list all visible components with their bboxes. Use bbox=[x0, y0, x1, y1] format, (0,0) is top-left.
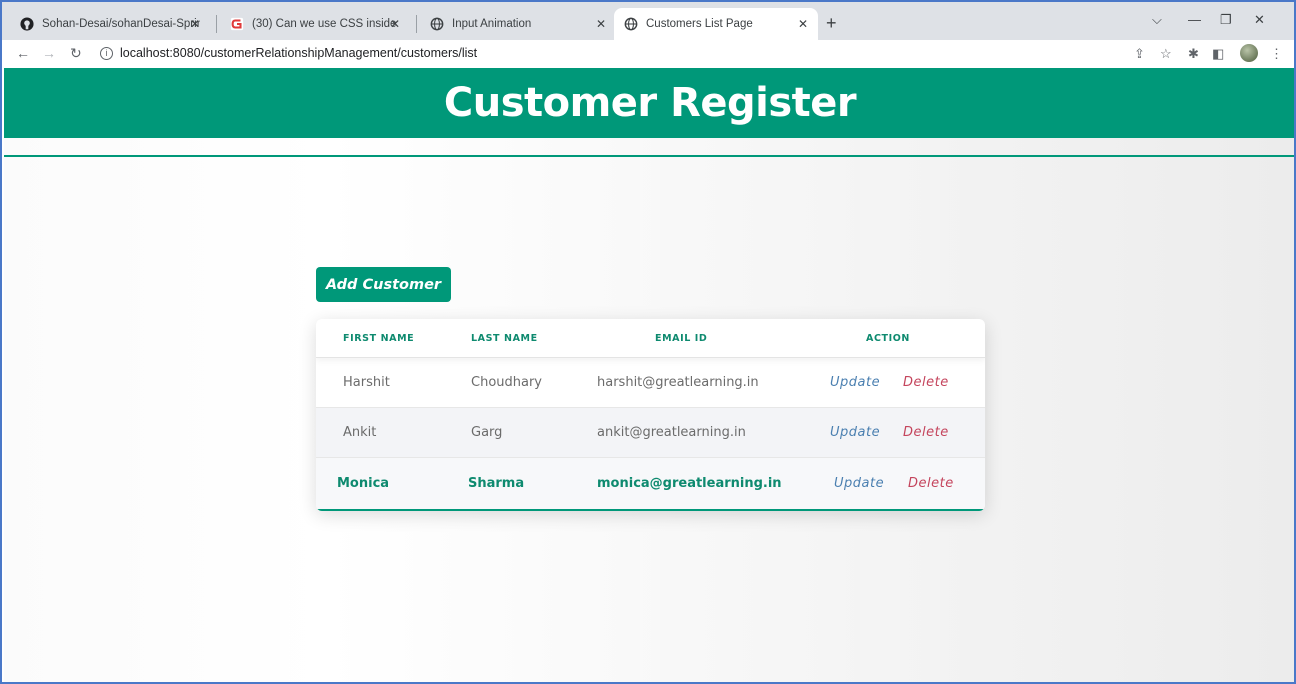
last-name-cell: Sharma bbox=[468, 476, 525, 491]
col-first-name: FIRST NAME bbox=[343, 332, 415, 344]
customer-table: FIRST NAME LAST NAME EMAIL ID ACTION Har… bbox=[316, 319, 985, 511]
page-title: Customer Register bbox=[443, 80, 857, 126]
update-link[interactable]: Update bbox=[834, 476, 884, 491]
bookmark-star-icon[interactable]: ☆ bbox=[1160, 46, 1172, 62]
delete-link[interactable]: Delete bbox=[903, 425, 949, 440]
globe-icon bbox=[430, 17, 444, 31]
address-text: localhost:8080/customerRelationshipManag… bbox=[120, 46, 478, 60]
github-icon bbox=[20, 17, 34, 31]
tab-github[interactable]: Sohan-Desai/sohanDesai-Spring ✕ bbox=[10, 8, 210, 40]
header-banner: Customer Register bbox=[4, 68, 1294, 138]
menu-icon[interactable]: ⋮ bbox=[1270, 46, 1283, 62]
restore-icon[interactable]: ❐ bbox=[1220, 12, 1232, 28]
close-icon[interactable]: ✕ bbox=[190, 17, 200, 31]
new-tab-icon[interactable]: + bbox=[826, 13, 837, 34]
col-last-name: LAST NAME bbox=[471, 332, 538, 344]
update-link[interactable]: Update bbox=[830, 375, 880, 390]
info-icon[interactable]: i bbox=[100, 46, 113, 60]
add-customer-button[interactable]: Add Customer bbox=[316, 267, 451, 302]
tab-css-jsp[interactable]: (30) Can we use CSS inside a JSP ✕ bbox=[220, 8, 410, 40]
email-cell: ankit@greatlearning.in bbox=[597, 425, 746, 440]
first-name-cell: Monica bbox=[337, 476, 390, 491]
minimize-icon[interactable]: — bbox=[1188, 12, 1201, 27]
header-divider bbox=[4, 155, 1294, 157]
tab-title: (30) Can we use CSS inside a JSP bbox=[252, 18, 400, 30]
close-window-icon[interactable]: ✕ bbox=[1254, 12, 1265, 28]
globe-icon bbox=[624, 17, 638, 31]
share-icon[interactable]: ⇪ bbox=[1134, 46, 1145, 62]
forward-icon[interactable]: → bbox=[42, 45, 56, 61]
page-content: Customer Register Add Customer FIRST NAM… bbox=[4, 68, 1294, 682]
tab-title: Sohan-Desai/sohanDesai-Spring bbox=[42, 18, 200, 30]
reload-icon[interactable]: ↻ bbox=[70, 45, 82, 62]
col-action: ACTION bbox=[866, 332, 910, 344]
close-icon[interactable]: ✕ bbox=[596, 17, 606, 31]
update-link[interactable]: Update bbox=[830, 425, 880, 440]
table-row: Monica Sharma monica@greatlearning.in Up… bbox=[316, 458, 985, 511]
table-row: Ankit Garg ankit@greatlearning.in Update… bbox=[316, 408, 985, 458]
address-bar[interactable]: i localhost:8080/customerRelationshipMan… bbox=[100, 42, 1110, 64]
table-row: Harshit Choudhary harshit@greatlearning.… bbox=[316, 358, 985, 408]
browser-window: Sohan-Desai/sohanDesai-Spring ✕ (30) Can… bbox=[0, 0, 1296, 684]
last-name-cell: Garg bbox=[471, 425, 503, 440]
tab-customers-list[interactable]: Customers List Page ✕ bbox=[614, 8, 818, 40]
email-cell: monica@greatlearning.in bbox=[597, 476, 782, 491]
tab-separator bbox=[216, 15, 217, 33]
extensions-icon[interactable]: ✱ bbox=[1188, 46, 1199, 62]
tab-search-icon[interactable]: ⌵ bbox=[1152, 12, 1162, 28]
delete-link[interactable]: Delete bbox=[903, 375, 949, 390]
close-icon[interactable]: ✕ bbox=[390, 17, 400, 31]
tab-separator bbox=[416, 15, 417, 33]
tab-strip: Sohan-Desai/sohanDesai-Spring ✕ (30) Can… bbox=[2, 2, 1294, 40]
email-cell: harshit@greatlearning.in bbox=[597, 375, 759, 390]
tab-title: Customers List Page bbox=[646, 18, 753, 30]
side-panel-icon[interactable]: ◧ bbox=[1212, 46, 1224, 62]
col-email: EMAIL ID bbox=[655, 332, 708, 344]
last-name-cell: Choudhary bbox=[471, 375, 543, 390]
tab-title: Input Animation bbox=[452, 18, 532, 30]
back-icon[interactable]: ← bbox=[16, 45, 30, 61]
close-icon[interactable]: ✕ bbox=[798, 17, 808, 31]
browser-toolbar: ← → ↻ i localhost:8080/customerRelations… bbox=[2, 40, 1294, 67]
geeks-icon bbox=[230, 17, 244, 31]
first-name-cell: Ankit bbox=[343, 425, 377, 440]
delete-link[interactable]: Delete bbox=[908, 476, 954, 491]
profile-avatar[interactable] bbox=[1240, 44, 1258, 62]
first-name-cell: Harshit bbox=[343, 375, 390, 390]
tab-input-animation[interactable]: Input Animation ✕ bbox=[420, 8, 616, 40]
table-header: FIRST NAME LAST NAME EMAIL ID ACTION bbox=[316, 319, 985, 358]
